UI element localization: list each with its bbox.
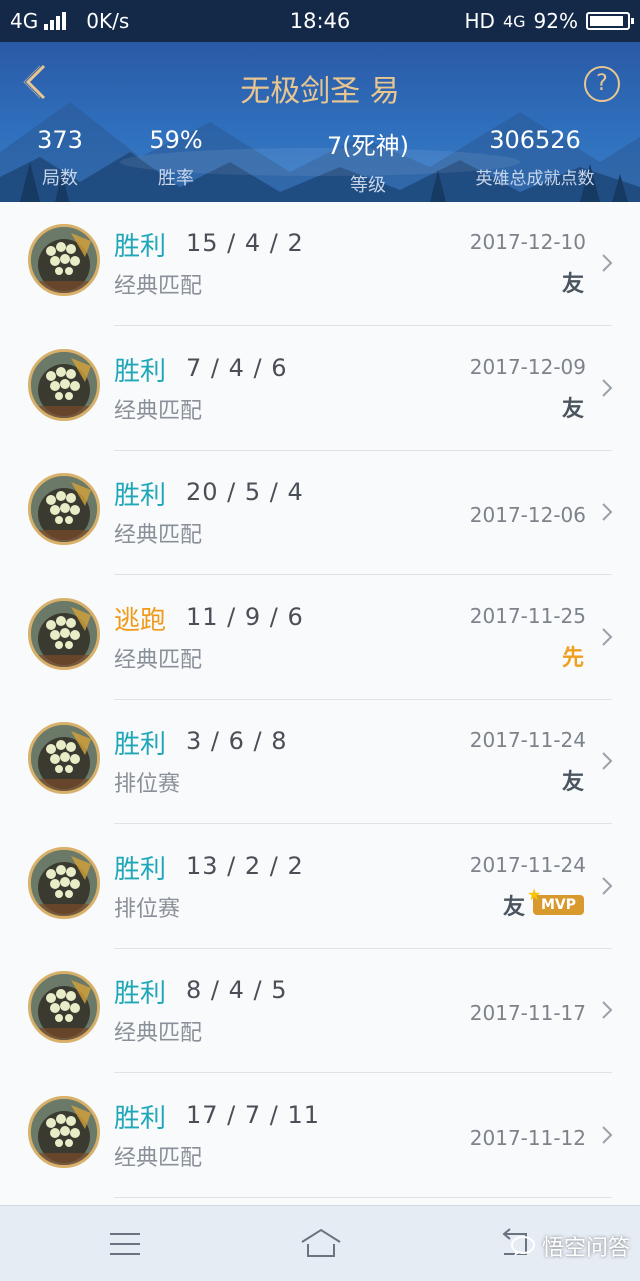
friend-badge: 友 xyxy=(561,396,584,422)
stat-games: 373 局数 xyxy=(37,126,83,189)
flee-badge: 先 xyxy=(561,645,584,671)
match-kda: 7 / 4 / 6 xyxy=(186,353,288,382)
match-row[interactable]: 逃跑 11 / 9 / 6 经典匹配 2017-11-25 先 xyxy=(0,576,640,700)
page-title: 无极剑圣 易 xyxy=(240,74,400,109)
match-result: 胜利 xyxy=(114,1103,167,1134)
match-result: 胜利 xyxy=(114,232,167,262)
battery-icon xyxy=(586,12,634,30)
chevron-right-icon xyxy=(602,1001,613,1019)
chevron-right-icon xyxy=(602,627,613,646)
match-kda: 11 / 9 / 6 xyxy=(186,602,304,631)
hero-avatar xyxy=(28,348,100,421)
chevron-right-icon xyxy=(602,1125,613,1144)
match-result: 胜利 xyxy=(114,481,167,511)
hero-avatar-art xyxy=(31,351,97,418)
match-date: 2017-11-24 xyxy=(469,852,586,877)
chevron-right-icon xyxy=(602,254,613,272)
match-mode: 经典匹配 xyxy=(114,647,203,673)
match-tags: 友 xyxy=(562,764,584,796)
match-mode: 经典匹配 xyxy=(114,523,203,548)
match-mode: 经典匹配 xyxy=(114,398,203,424)
chevron-right-icon xyxy=(602,503,613,521)
stat-level: 7(死神) 等级 xyxy=(327,132,409,196)
hero-avatar-art xyxy=(31,227,97,293)
hero-avatar-art xyxy=(31,974,97,1040)
match-row[interactable]: 胜利 13 / 2 / 2 排位赛 2017-11-24 友 ★ MVP xyxy=(0,825,640,949)
status-bar: 4G 0K/s 18:46 HD 4G 92% xyxy=(0,0,640,42)
match-list: 胜利 15 / 4 / 2 经典匹配 2017-12-10 友 胜利 7 / 4 / 6 经… xyxy=(0,202,640,1205)
chevron-right-icon xyxy=(602,752,613,770)
match-result: 胜利 xyxy=(114,356,167,387)
hero-avatar xyxy=(28,846,100,919)
mvp-label: MVP xyxy=(540,896,576,913)
match-date: 2017-11-25 xyxy=(469,603,586,628)
hero-avatar xyxy=(28,224,100,296)
match-kda: 3 / 6 / 8 xyxy=(186,727,288,755)
match-date: 2017-12-06 xyxy=(469,503,586,527)
system-nav-bar: 悟空问答 xyxy=(0,1205,640,1281)
match-kda: 8 / 4 / 5 xyxy=(186,976,288,1004)
match-kda: 13 / 2 / 2 xyxy=(186,851,304,880)
hero-avatar xyxy=(28,722,100,794)
chevron-right-icon xyxy=(602,378,613,397)
match-row[interactable]: 胜利 8 / 4 / 5 经典匹配 2017-11-17 xyxy=(0,949,640,1073)
hero-avatar xyxy=(28,971,100,1043)
stat-achievement-points: 306526 英雄总成就点数 xyxy=(475,126,595,189)
match-mode: 经典匹配 xyxy=(114,1021,203,1046)
match-result: 胜利 xyxy=(114,854,167,885)
match-tags: 友 ★ MVP xyxy=(502,885,584,921)
hero-avatar-art xyxy=(31,476,97,542)
friend-badge: 友 xyxy=(561,770,584,795)
match-mode: 经典匹配 xyxy=(114,274,203,299)
star-icon: ★ xyxy=(526,884,542,904)
friend-badge: 友 xyxy=(561,272,584,297)
hd-indicator: HD xyxy=(464,9,495,33)
match-mode: 经典匹配 xyxy=(114,1145,203,1171)
match-date: 2017-12-10 xyxy=(469,230,586,254)
match-date: 2017-11-24 xyxy=(469,728,586,752)
match-tags: 友 xyxy=(562,266,584,298)
match-kda: 15 / 4 / 2 xyxy=(186,229,304,257)
hero-avatar xyxy=(28,473,100,545)
match-row[interactable]: 胜利 3 / 6 / 8 排位赛 2017-11-24 友 xyxy=(0,700,640,824)
match-row[interactable]: 胜利 15 / 4 / 2 经典匹配 2017-12-10 友 xyxy=(0,202,640,326)
match-result: 胜利 xyxy=(114,730,167,760)
hero-avatar xyxy=(28,597,100,670)
chat-bubble-icon xyxy=(510,1236,535,1256)
match-row[interactable]: 胜利 7 / 4 / 6 经典匹配 2017-12-09 友 xyxy=(0,327,640,451)
match-row[interactable]: 胜利 20 / 5 / 4 经典匹配 2017-12-06 xyxy=(0,451,640,575)
match-row[interactable]: 胜利 17 / 7 / 11 经典匹配 2017-11-12 xyxy=(0,1074,640,1198)
question-icon: ? xyxy=(596,71,608,96)
chevron-right-icon xyxy=(602,876,613,895)
network-type-right: 4G xyxy=(502,11,526,31)
stat-winrate: 59% 胜率 xyxy=(149,126,203,189)
match-tags: 先 xyxy=(562,640,584,672)
battery-percent: 92% xyxy=(533,9,578,33)
match-result: 逃跑 xyxy=(114,605,167,636)
match-mode: 排位赛 xyxy=(114,772,181,797)
hero-avatar-art xyxy=(31,1098,97,1165)
watermark: 悟空问答 xyxy=(510,1230,630,1262)
friend-badge: 友 xyxy=(502,894,525,920)
match-date: 2017-12-09 xyxy=(469,354,586,379)
hero-header: 无极剑圣 易 ? 373 局数 59% 胜率 7(死神) 等级 306526 英… xyxy=(0,42,640,202)
home-icon[interactable] xyxy=(298,1226,344,1260)
hero-avatar-art xyxy=(31,849,97,916)
mvp-badge: ★ MVP xyxy=(527,885,584,915)
hero-avatar-art xyxy=(31,725,97,791)
help-button[interactable]: ? xyxy=(584,66,620,102)
match-date: 2017-11-12 xyxy=(469,1125,586,1150)
match-kda: 20 / 5 / 4 xyxy=(186,478,304,506)
match-date: 2017-11-17 xyxy=(469,1001,586,1025)
hero-avatar xyxy=(28,1095,100,1168)
match-mode: 排位赛 xyxy=(114,896,181,922)
hero-avatar-art xyxy=(31,600,97,667)
row-divider xyxy=(114,1196,612,1198)
match-result: 胜利 xyxy=(114,979,167,1009)
match-kda: 17 / 7 / 11 xyxy=(186,1100,321,1129)
match-tags: 友 xyxy=(562,391,584,423)
menu-icon[interactable] xyxy=(108,1230,142,1258)
